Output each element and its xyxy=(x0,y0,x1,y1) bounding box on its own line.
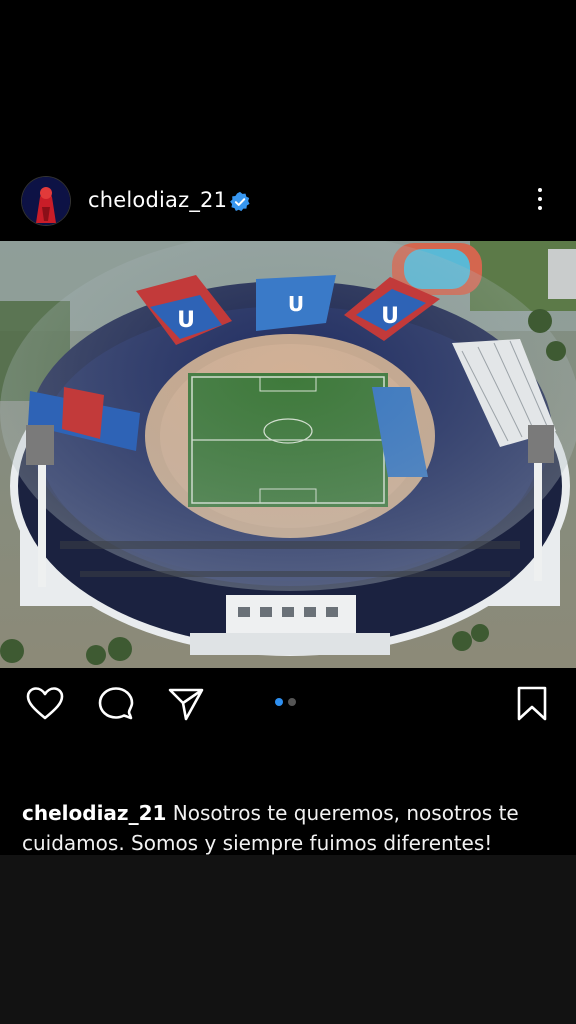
svg-text:U: U xyxy=(177,308,195,333)
carousel-dot xyxy=(288,698,296,706)
svg-text:U: U xyxy=(381,304,399,329)
bookmark-icon[interactable] xyxy=(512,684,552,724)
post-username[interactable]: chelodiaz_21 xyxy=(88,188,227,212)
post-actions xyxy=(0,680,576,726)
send-icon[interactable] xyxy=(166,684,206,724)
avatar[interactable] xyxy=(22,177,70,225)
carousel-indicator xyxy=(275,698,296,706)
more-vertical-icon[interactable] xyxy=(528,184,552,214)
svg-text:U: U xyxy=(288,292,304,316)
bottom-panel xyxy=(0,855,576,1024)
verified-badge-icon xyxy=(229,191,251,213)
carousel-dot-active xyxy=(275,698,283,706)
post-image[interactable]: U U U xyxy=(0,241,576,668)
caption-username[interactable]: chelodiaz_21 xyxy=(22,801,166,825)
post-caption: chelodiaz_21 Nosotros te queremos, nosot… xyxy=(22,798,542,858)
post-header: chelodiaz_21 xyxy=(0,172,576,230)
heart-icon[interactable] xyxy=(25,684,65,724)
comment-icon[interactable] xyxy=(96,684,136,724)
